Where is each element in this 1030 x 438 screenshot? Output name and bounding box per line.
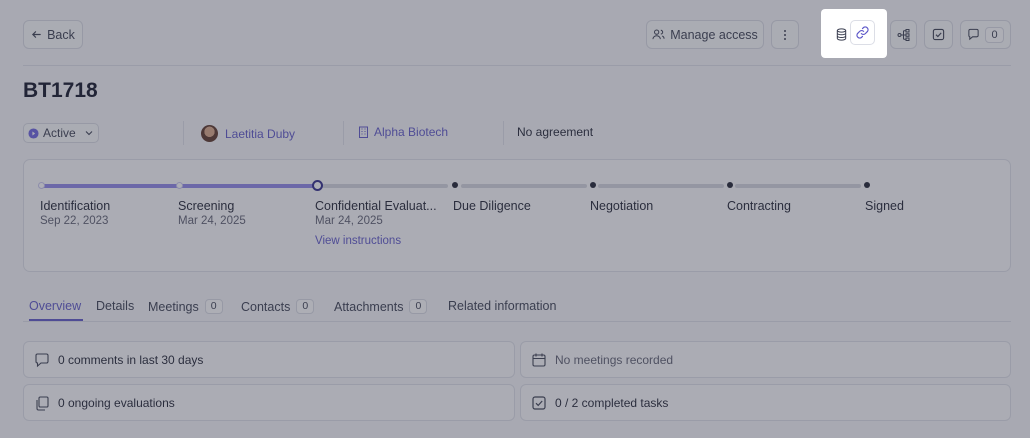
tab-overview[interactable]: Overview	[29, 299, 81, 313]
arrow-left-icon	[32, 31, 41, 38]
more-vertical-icon	[784, 29, 786, 40]
database-icon	[836, 27, 846, 41]
meta-divider	[183, 121, 184, 145]
database-button[interactable]	[833, 23, 849, 45]
tab-count: 0	[204, 299, 223, 314]
evaluations-summary-card[interactable]: 0 ongoing evaluations	[23, 384, 515, 421]
tab-label: Meetings	[148, 299, 199, 314]
tasks-summary-card[interactable]: 0 / 2 completed tasks	[520, 384, 1011, 421]
manage-access-label: Manage access	[670, 27, 758, 42]
highlighted-toolbar-group	[821, 9, 887, 58]
owner-link[interactable]: Laetitia Duby	[201, 125, 295, 142]
comments-summary: 0 comments in last 30 days	[58, 352, 204, 367]
users-icon	[652, 29, 665, 40]
tab-label: Attachments	[334, 299, 404, 314]
stage-name: Due Diligence	[453, 199, 531, 213]
back-button[interactable]: Back	[23, 20, 83, 49]
stage-progress-segment	[461, 184, 587, 188]
hierarchy-button[interactable]	[890, 20, 917, 49]
tab-details[interactable]: Details	[96, 299, 134, 313]
checkbox-icon	[532, 395, 546, 410]
stage-marker	[727, 182, 733, 188]
pipeline-stages: Identification Sep 22, 2023 Screening Ma…	[23, 159, 1011, 272]
more-options-button[interactable]	[771, 20, 799, 49]
tab-label: Details	[96, 299, 135, 313]
agreement-status: No agreement	[517, 125, 594, 139]
stage-marker	[38, 182, 45, 189]
page-title: BT1718	[23, 79, 98, 102]
link-icon	[856, 26, 869, 39]
tab-count: 0	[296, 299, 315, 314]
calendar-icon	[532, 353, 546, 367]
building-icon	[359, 126, 368, 138]
tab-attachments[interactable]: Attachments 0	[334, 299, 428, 314]
stage-name: Contracting	[727, 199, 791, 213]
stage-date: Sep 22, 2023	[40, 215, 109, 227]
tab-contacts[interactable]: Contacts 0	[241, 299, 315, 314]
stage-name: Confidential Evaluat...	[315, 199, 437, 213]
tab-meetings[interactable]: Meetings 0	[148, 299, 223, 314]
stage-marker	[590, 182, 596, 188]
stage-name: Identification	[40, 199, 111, 213]
header-divider	[23, 65, 1011, 66]
tab-bar: Overview Details Meetings 0 Contacts 0 Att…	[23, 296, 1011, 322]
manage-access-button[interactable]: Manage access	[646, 20, 764, 49]
stage-marker	[864, 182, 870, 188]
comments-count: 0	[985, 26, 1004, 43]
tab-label: Overview	[29, 299, 82, 313]
copy-icon	[36, 395, 49, 411]
stage-date: Mar 24, 2025	[315, 215, 383, 227]
chevron-down-icon	[85, 131, 93, 136]
tab-related-information[interactable]: Related information	[448, 299, 556, 313]
meetings-summary: No meetings recorded	[555, 352, 674, 367]
tab-count: 0	[409, 299, 428, 314]
deal-detail-page: Back Manage access 0 BT1718 Active Laeti…	[0, 0, 1030, 438]
current-stage-marker	[312, 180, 323, 191]
view-instructions-link[interactable]: View instructions	[315, 235, 401, 247]
tab-label: Related information	[448, 299, 557, 313]
company-name: Alpha Biotech	[374, 125, 449, 139]
tree-icon	[897, 28, 909, 41]
stage-marker	[452, 182, 458, 188]
evaluations-summary: 0 ongoing evaluations	[58, 395, 175, 410]
tasks-button[interactable]	[924, 20, 953, 49]
stage-date: Mar 24, 2025	[178, 215, 246, 227]
stage-progress-segment	[598, 184, 724, 188]
stage-marker	[176, 182, 183, 189]
tasks-summary: 0 / 2 completed tasks	[555, 395, 669, 410]
comment-icon	[35, 352, 49, 367]
comment-icon	[968, 28, 980, 41]
meta-divider	[343, 121, 344, 145]
comments-summary-card[interactable]: 0 comments in last 30 days	[23, 341, 515, 378]
stage-name: Signed	[865, 199, 904, 213]
stage-progress-segment	[735, 184, 861, 188]
avatar	[201, 125, 218, 142]
stage-name: Screening	[178, 199, 235, 213]
stage-progress-segment	[322, 184, 448, 188]
meta-divider	[503, 121, 504, 145]
active-tab-indicator	[29, 319, 83, 321]
meetings-summary-card[interactable]: No meetings recorded	[520, 341, 1011, 378]
owner-name: Laetitia Duby	[225, 126, 296, 141]
link-button[interactable]	[850, 20, 875, 45]
tab-label: Contacts	[241, 299, 291, 314]
stage-name: Negotiation	[590, 199, 654, 213]
checkbox-icon	[932, 28, 945, 41]
play-circle-icon	[28, 127, 39, 139]
company-link[interactable]: Alpha Biotech	[358, 125, 448, 139]
back-label: Back	[47, 27, 75, 42]
comments-button[interactable]: 0	[960, 20, 1011, 49]
status-dropdown[interactable]: Active	[23, 123, 99, 143]
status-label: Active	[43, 126, 76, 140]
